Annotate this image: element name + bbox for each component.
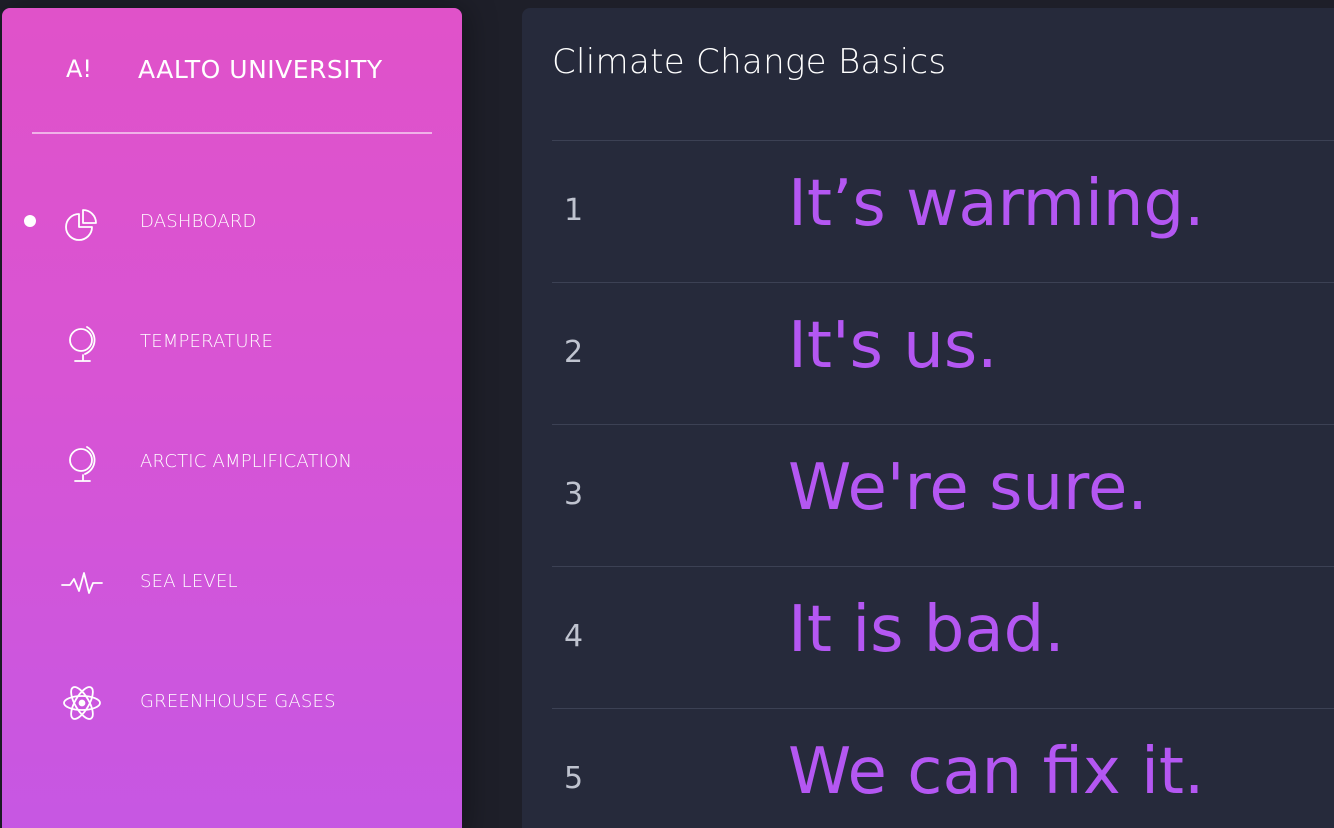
sidebar-item-temperature[interactable]: TEMPERATURE: [2, 311, 462, 371]
row-text: It's us.: [788, 309, 998, 383]
list-item: 1 It’s warming.: [552, 140, 1334, 282]
row-text: We're sure.: [788, 451, 1148, 525]
pie-chart-icon: [60, 201, 104, 245]
row-number: 2: [564, 335, 584, 370]
row-number: 5: [564, 761, 584, 796]
brand-logo: A!: [66, 55, 93, 83]
brand-header: A! AALTO UNIVERSITY: [32, 8, 432, 134]
row-text: It is bad.: [788, 593, 1065, 667]
sidebar-item-arctic-amplification[interactable]: ARCTIC AMPLIFICATION: [2, 431, 462, 491]
pulse-icon: [60, 561, 104, 605]
row-text: We can fix it.: [788, 735, 1205, 809]
sidebar: A! AALTO UNIVERSITY DASHBOARD TEMPERATUR…: [2, 8, 462, 828]
active-indicator-dot: [24, 215, 36, 227]
sidebar-item-greenhouse-gases[interactable]: GREENHOUSE GASES: [2, 671, 462, 731]
sidebar-item-label: ARCTIC AMPLIFICATION: [140, 451, 353, 472]
sidebar-item-label: SEA LEVEL: [140, 571, 238, 592]
brand-name: AALTO UNIVERSITY: [138, 55, 383, 84]
main-panel: Climate Change Basics 1 It’s warming. 2 …: [522, 8, 1334, 828]
list-item: 4 It is bad.: [552, 566, 1334, 708]
globe-icon: [60, 321, 104, 365]
sidebar-item-dashboard[interactable]: DASHBOARD: [2, 191, 462, 251]
row-text: It’s warming.: [788, 167, 1205, 241]
sidebar-item-sea-level[interactable]: SEA LEVEL: [2, 551, 462, 611]
row-number: 1: [564, 193, 584, 228]
row-number: 3: [564, 477, 584, 512]
app-window: A! AALTO UNIVERSITY DASHBOARD TEMPERATUR…: [0, 0, 1334, 828]
page-title: Climate Change Basics: [552, 42, 947, 82]
sidebar-item-label: GREENHOUSE GASES: [140, 691, 336, 712]
atom-icon: [60, 681, 104, 725]
list-item: 2 It's us.: [552, 282, 1334, 424]
facts-list: 1 It’s warming. 2 It's us. 3 We're sure.…: [552, 140, 1334, 828]
globe-icon: [60, 441, 104, 485]
list-item: 3 We're sure.: [552, 424, 1334, 566]
list-item: 5 We can fix it.: [552, 708, 1334, 828]
row-number: 4: [564, 619, 584, 654]
sidebar-item-label: DASHBOARD: [140, 211, 257, 232]
sidebar-item-label: TEMPERATURE: [140, 331, 274, 352]
